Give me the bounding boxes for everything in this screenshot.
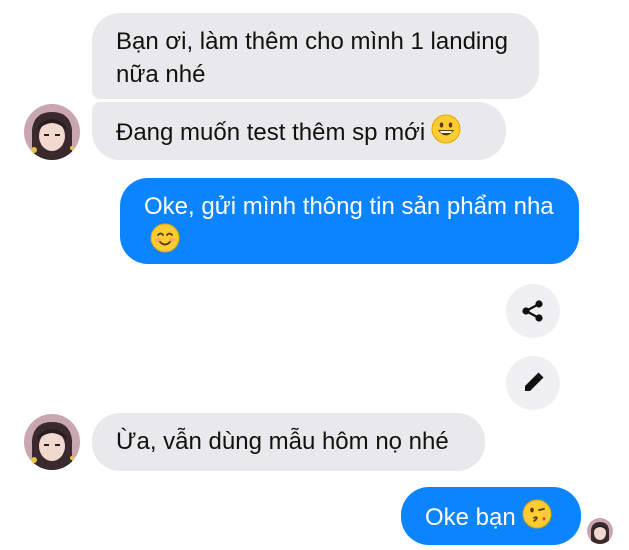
share-button[interactable] [506,284,560,338]
message-bubble-incoming[interactable]: Đang muốn test thêm sp mới [92,102,506,160]
edit-button[interactable] [506,356,560,410]
face-blowing-kiss-icon [522,499,552,538]
message-bubble-outgoing[interactable]: Oke, gửi mình thông tin sản phẩm nha [120,178,579,264]
message-text: Ừa, vẫn dùng mẫu hôm nọ nhé [116,428,449,455]
pencil-icon [525,372,544,391]
message-bubble-outgoing[interactable]: Oke bạn [401,487,581,545]
message-bubble-incoming[interactable]: Bạn ơi, làm thêm cho mình 1 landing nữa … [92,13,539,99]
contact-avatar[interactable] [24,414,80,470]
contact-avatar[interactable] [24,104,80,160]
share-icon [522,300,543,322]
grinning-face-icon [431,114,461,153]
smiling-face-icon [150,223,180,262]
avatar-photo [587,518,613,544]
message-text: Bạn ơi, làm thêm cho mình 1 landing nữa … [116,28,508,88]
chat-thread: Bạn ơi, làm thêm cho mình 1 landing nữa … [0,0,629,550]
avatar-photo [24,414,80,470]
message-text: Oke, gửi mình thông tin sản phẩm nha [144,193,554,220]
avatar-photo [24,104,80,160]
message-text: Oke bạn [425,504,516,531]
message-bubble-incoming[interactable]: Ừa, vẫn dùng mẫu hôm nọ nhé [92,413,485,471]
message-text: Đang muốn test thêm sp mới [116,119,426,146]
seen-avatar [587,518,613,544]
